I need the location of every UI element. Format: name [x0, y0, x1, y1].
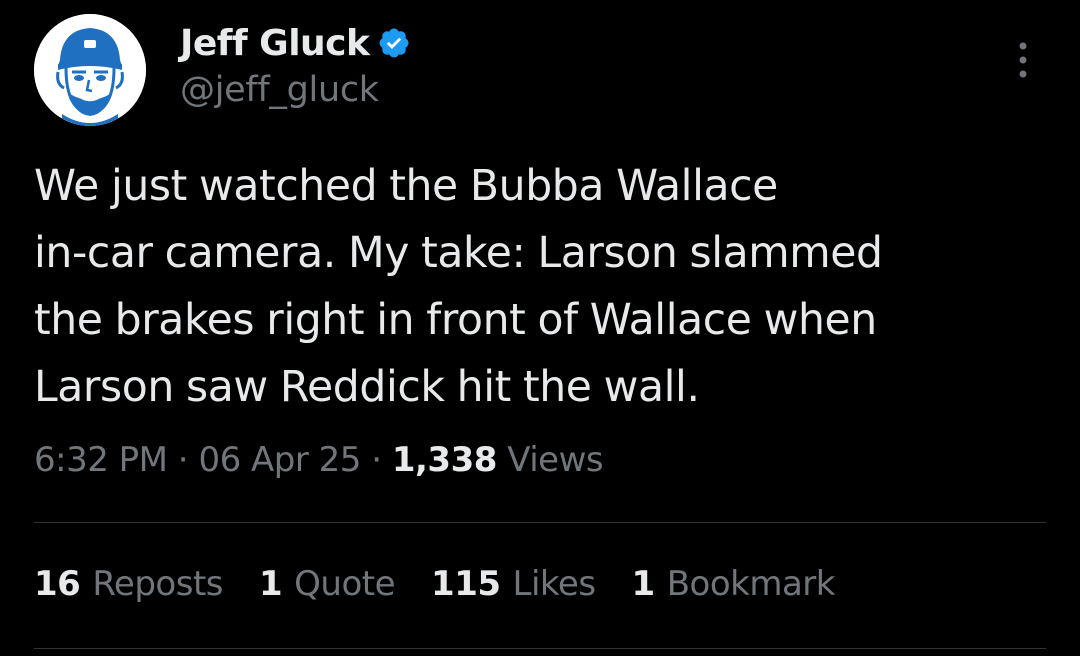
- tweet-text-line: in-car camera. My take: Larson slammed: [34, 229, 883, 278]
- engagement-stats: 16 Reposts 1 Quote 115 Likes 1 Bookmark: [34, 564, 871, 604]
- verified-badge-icon[interactable]: [377, 26, 411, 60]
- display-name[interactable]: Jeff Gluck: [180, 23, 370, 64]
- tweet-text-line: We just watched the Bubba Wallace: [34, 162, 778, 211]
- quotes-count: 1: [259, 564, 283, 604]
- views-count: 1,338: [391, 440, 498, 480]
- tweet-text: We just watched the Bubba Wallace in-car…: [34, 153, 1044, 421]
- avatar[interactable]: [34, 14, 146, 126]
- cartoon-avatar-icon: [34, 14, 146, 126]
- reposts-stat[interactable]: 16 Reposts: [34, 564, 223, 604]
- divider: [34, 522, 1046, 523]
- meta-separator: ·: [167, 440, 199, 480]
- views-label: Views: [496, 440, 604, 480]
- reposts-label: Reposts: [92, 564, 223, 604]
- tweet-text-line: the brakes right in front of Wallace whe…: [34, 296, 877, 345]
- more-vertical-icon[interactable]: [1008, 38, 1038, 82]
- tweet-text-line: Larson saw Reddick hit the wall.: [34, 363, 700, 412]
- tweet-meta: 6:32 PM · 06 Apr 25 · 1,338 Views: [34, 440, 604, 480]
- bookmarks-label: Bookmark: [666, 564, 836, 604]
- likes-stat[interactable]: 115 Likes: [431, 564, 597, 604]
- tweet-date[interactable]: 06 Apr 25: [198, 440, 361, 480]
- likes-label: Likes: [512, 564, 597, 604]
- bookmarks-stat[interactable]: 1 Bookmark: [631, 564, 836, 604]
- divider: [34, 648, 1046, 649]
- quotes-stat[interactable]: 1 Quote: [259, 564, 396, 604]
- likes-count: 115: [431, 564, 501, 604]
- quotes-label: Quote: [294, 564, 396, 604]
- bookmarks-count: 1: [631, 564, 656, 604]
- reposts-count: 16: [34, 564, 81, 604]
- tweet-time[interactable]: 6:32 PM: [34, 440, 168, 480]
- author-handle[interactable]: @jeff_gluck: [180, 70, 379, 110]
- author-name-row: Jeff Gluck: [180, 18, 411, 68]
- meta-separator: ·: [360, 440, 392, 480]
